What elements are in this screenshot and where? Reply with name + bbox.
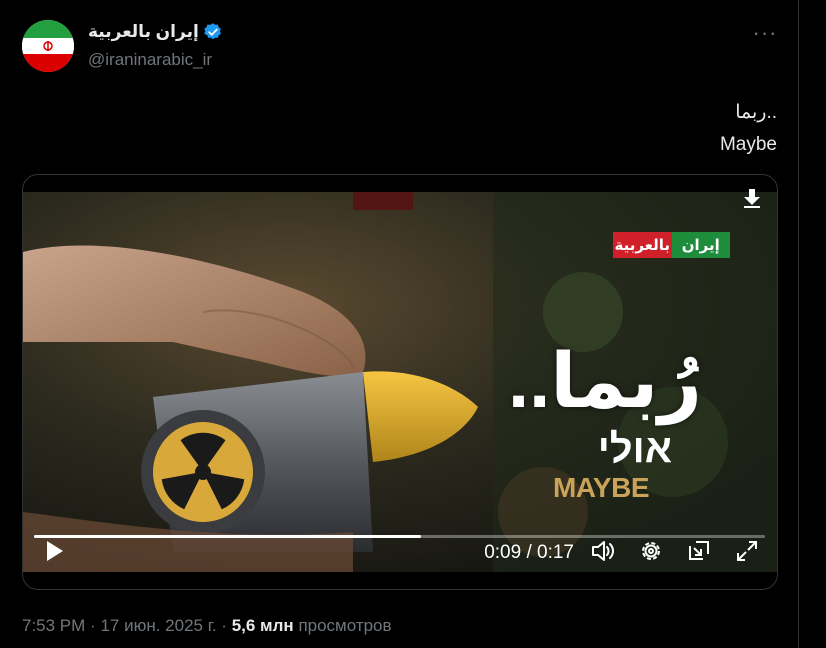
meta-separator: · <box>90 616 96 635</box>
views-count[interactable]: 5,6 млн <box>232 616 294 635</box>
video-player[interactable]: بالعربية إيران رُبما.. אולי MAYBE 0:09 /… <box>22 174 778 590</box>
tweet-line-english: Maybe <box>719 134 777 155</box>
avatar[interactable] <box>22 20 74 72</box>
play-icon[interactable] <box>41 538 67 564</box>
tweet-line-arabic: ربما.. <box>735 102 777 123</box>
verified-badge-icon <box>204 23 221 40</box>
iran-flag-icon <box>22 20 74 72</box>
meta-separator: · <box>221 616 227 635</box>
video-overlay-english: MAYBE <box>552 472 650 503</box>
download-icon[interactable] <box>741 187 763 209</box>
fullscreen-icon[interactable] <box>734 538 760 564</box>
settings-gear-icon[interactable] <box>638 538 664 564</box>
author-display-name[interactable]: إيران بالعربية <box>88 22 199 42</box>
tweet-date[interactable]: 17 июн. 2025 г. <box>100 616 216 635</box>
author-handle[interactable]: @iraninarabic_ir <box>88 50 212 70</box>
views-label: просмотров <box>298 616 392 635</box>
video-overlay-arabic: رُبما.. <box>507 339 702 424</box>
tweet-time[interactable]: 7:53 PM <box>22 616 85 635</box>
tweet-text: ربما.. Maybe <box>720 97 777 161</box>
video-controls: 0:09 / 0:17 <box>23 530 777 570</box>
author-name-row[interactable]: إيران بالعربية <box>88 22 223 42</box>
video-time: 0:09 / 0:17 <box>484 542 574 563</box>
video-frame[interactable]: بالعربية إيران رُبما.. אולי MAYBE <box>23 192 777 572</box>
picture-in-picture-icon[interactable] <box>686 538 712 564</box>
tweet-meta: 7:53 PM · 17 июн. 2025 г. · 5,6 млн прос… <box>22 616 392 636</box>
channel-logo: بالعربية إيران <box>613 232 730 258</box>
channel-logo-right: بالعربية <box>613 232 672 258</box>
volume-icon[interactable] <box>590 538 616 564</box>
more-options-icon[interactable]: ··· <box>752 22 778 46</box>
column-divider <box>798 0 799 648</box>
video-overlay-hebrew: אולי <box>597 427 672 471</box>
channel-logo-left: إيران <box>671 232 730 258</box>
